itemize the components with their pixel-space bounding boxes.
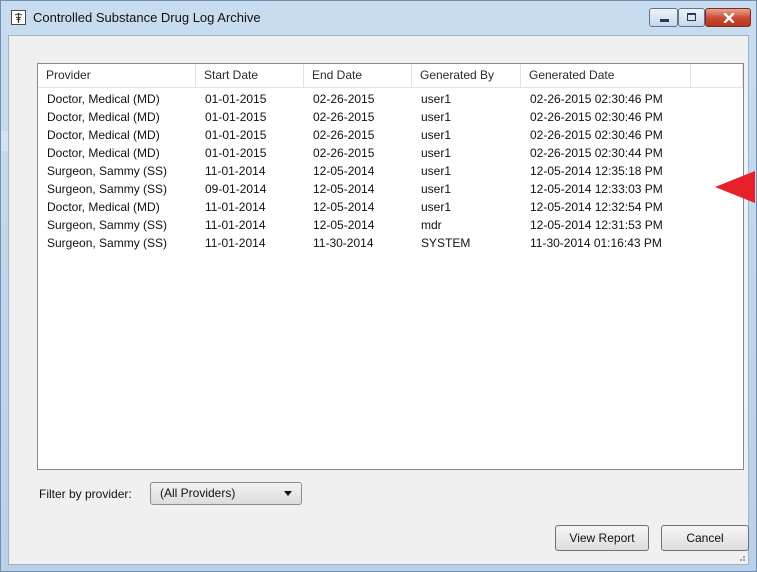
archive-list[interactable]: Provider Start Date End Date Generated B…	[37, 63, 744, 470]
table-row[interactable]: Surgeon, Sammy (SS) 09-01-2014 12-05-201…	[38, 180, 743, 198]
cell-generated-by: user1	[421, 92, 452, 106]
cell-generated-date: 02-26-2015 02:30:46 PM	[530, 110, 663, 124]
column-header-filler	[691, 64, 743, 87]
close-button[interactable]	[705, 8, 751, 27]
cell-provider: Surgeon, Sammy (SS)	[47, 164, 168, 178]
cell-end-date: 02-26-2015	[313, 92, 375, 106]
cell-provider: Surgeon, Sammy (SS)	[47, 218, 168, 232]
column-header-generated-by[interactable]: Generated By	[412, 64, 521, 87]
table-row[interactable]: Doctor, Medical (MD) 01-01-2015 02-26-20…	[38, 90, 743, 108]
provider-filter-value: (All Providers)	[160, 486, 236, 500]
cell-generated-date: 12-05-2014 12:35:18 PM	[530, 164, 663, 178]
cell-start-date: 01-01-2015	[205, 110, 267, 124]
chevron-down-icon	[284, 491, 292, 496]
cell-generated-date: 02-26-2015 02:30:46 PM	[530, 92, 663, 106]
caduceus-document-icon	[11, 10, 26, 25]
cell-generated-date: 02-26-2015 02:30:46 PM	[530, 128, 663, 142]
maximize-button[interactable]	[678, 8, 705, 27]
cell-start-date: 11-01-2014	[205, 164, 266, 178]
cell-provider: Surgeon, Sammy (SS)	[47, 182, 168, 196]
cell-provider: Surgeon, Sammy (SS)	[47, 236, 168, 250]
cancel-button[interactable]: Cancel	[661, 525, 749, 551]
cell-start-date: 11-01-2014	[205, 200, 266, 214]
column-header-end-date[interactable]: End Date	[304, 64, 412, 87]
column-header-start-date[interactable]: Start Date	[196, 64, 304, 87]
cell-end-date: 02-26-2015	[313, 128, 375, 142]
cell-generated-by: user1	[421, 164, 452, 178]
cell-generated-date: 12-05-2014 12:32:54 PM	[530, 200, 663, 214]
provider-filter-dropdown[interactable]: (All Providers)	[150, 482, 302, 505]
cell-start-date: 01-01-2015	[205, 146, 267, 160]
cell-generated-by: SYSTEM	[421, 236, 471, 250]
red-pointer-arrow-icon	[715, 171, 755, 203]
table-row[interactable]: Doctor, Medical (MD) 01-01-2015 02-26-20…	[38, 144, 743, 162]
cell-end-date: 02-26-2015	[313, 110, 375, 124]
maximize-icon	[687, 13, 696, 21]
window-title: Controlled Substance Drug Log Archive	[33, 10, 261, 25]
cell-provider: Doctor, Medical (MD)	[47, 92, 160, 106]
window-edge	[1, 131, 8, 151]
dialog-window: Controlled Substance Drug Log Archive Pr…	[0, 0, 757, 572]
cell-start-date: 09-01-2014	[205, 182, 267, 196]
cell-generated-by: user1	[421, 182, 452, 196]
cell-end-date: 02-26-2015	[313, 146, 375, 160]
table-row[interactable]: Doctor, Medical (MD) 01-01-2015 02-26-20…	[38, 108, 743, 126]
cell-provider: Doctor, Medical (MD)	[47, 128, 160, 142]
cell-generated-date: 02-26-2015 02:30:44 PM	[530, 146, 663, 160]
cell-end-date: 12-05-2014	[313, 200, 375, 214]
cell-generated-date: 12-05-2014 12:31:53 PM	[530, 218, 663, 232]
cell-generated-date: 11-30-2014 01:16:43 PM	[530, 236, 662, 250]
cell-generated-by: mdr	[421, 218, 442, 232]
table-row[interactable]: Surgeon, Sammy (SS) 11-01-2014 11-30-201…	[38, 234, 743, 252]
cell-start-date: 01-01-2015	[205, 128, 267, 142]
cell-provider: Doctor, Medical (MD)	[47, 146, 160, 160]
cell-generated-by: user1	[421, 110, 452, 124]
list-header: Provider Start Date End Date Generated B…	[38, 64, 743, 88]
table-row[interactable]: Doctor, Medical (MD) 01-01-2015 02-26-20…	[38, 126, 743, 144]
cell-end-date: 12-05-2014	[313, 164, 375, 178]
table-row[interactable]: Surgeon, Sammy (SS) 11-01-2014 12-05-201…	[38, 216, 743, 234]
cell-start-date: 11-01-2014	[205, 236, 266, 250]
table-row[interactable]: Doctor, Medical (MD) 11-01-2014 12-05-20…	[38, 198, 743, 216]
cell-end-date: 11-30-2014	[313, 236, 374, 250]
cell-generated-date: 12-05-2014 12:33:03 PM	[530, 182, 663, 196]
cell-provider: Doctor, Medical (MD)	[47, 200, 160, 214]
resize-grip-icon[interactable]	[736, 552, 746, 562]
filter-label: Filter by provider:	[39, 487, 132, 501]
cell-end-date: 12-05-2014	[313, 218, 375, 232]
column-header-provider[interactable]: Provider	[38, 64, 196, 87]
dialog-content: Provider Start Date End Date Generated B…	[8, 35, 749, 565]
column-header-generated-date[interactable]: Generated Date	[521, 64, 691, 87]
cell-generated-by: user1	[421, 128, 452, 142]
cell-start-date: 01-01-2015	[205, 92, 267, 106]
view-report-button[interactable]: View Report	[555, 525, 649, 551]
cell-generated-by: user1	[421, 146, 452, 160]
cell-start-date: 11-01-2014	[205, 218, 266, 232]
title-bar[interactable]: Controlled Substance Drug Log Archive	[1, 1, 756, 35]
minimize-icon	[660, 19, 669, 22]
minimize-button[interactable]	[649, 8, 678, 27]
cell-end-date: 12-05-2014	[313, 182, 375, 196]
cell-provider: Doctor, Medical (MD)	[47, 110, 160, 124]
close-icon	[723, 13, 735, 23]
cell-generated-by: user1	[421, 200, 452, 214]
table-row[interactable]: Surgeon, Sammy (SS) 11-01-2014 12-05-201…	[38, 162, 743, 180]
